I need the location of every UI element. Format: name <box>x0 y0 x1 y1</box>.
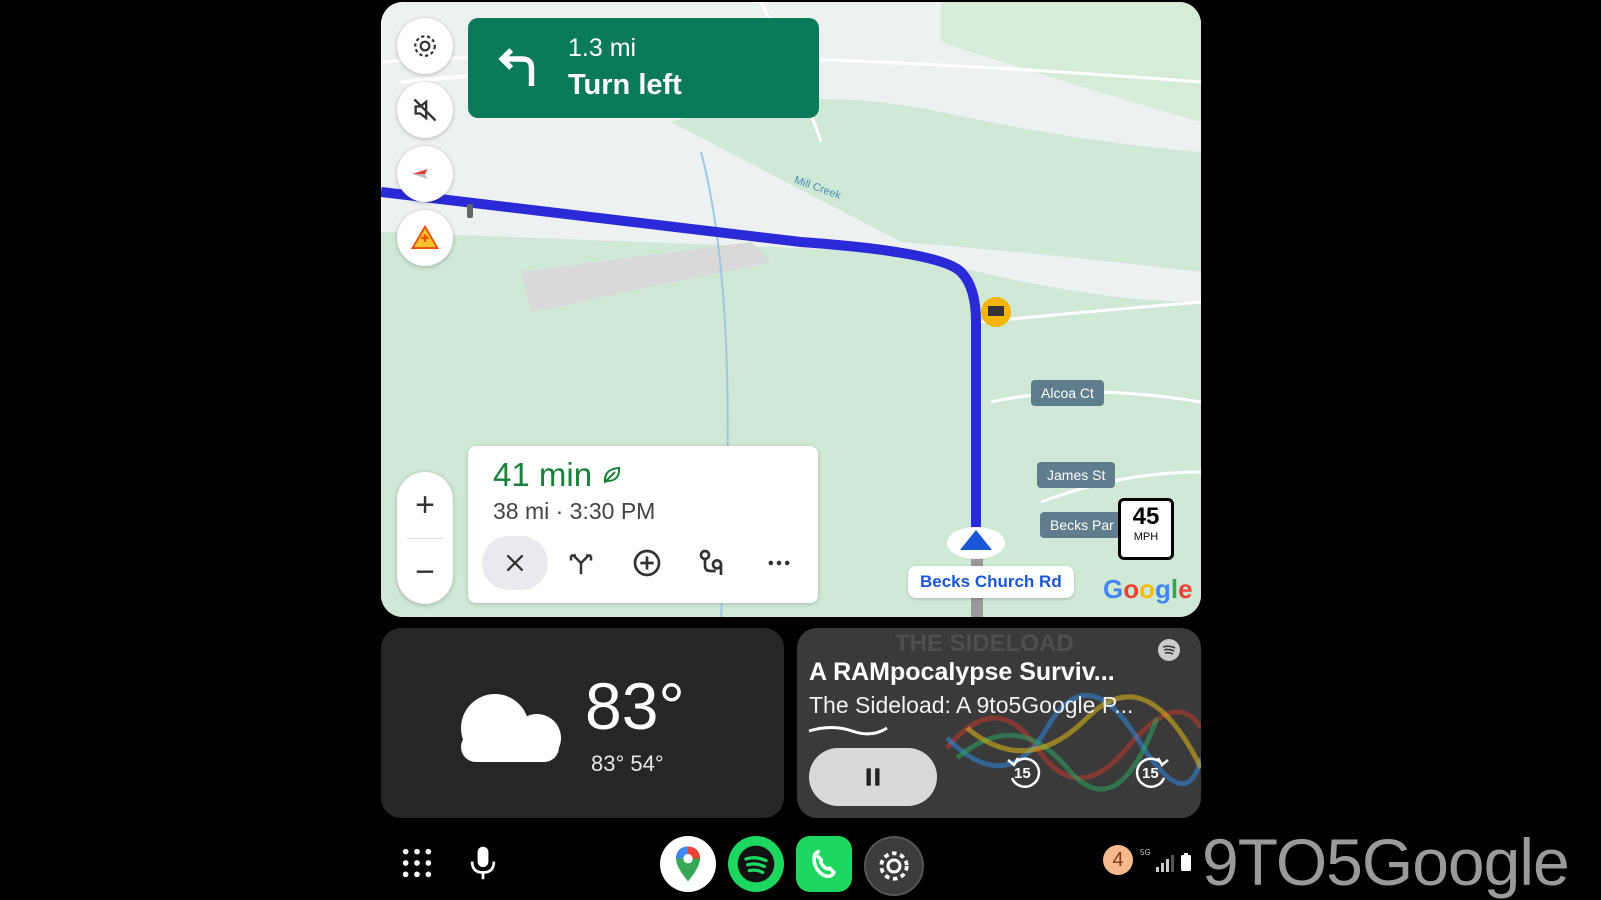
turn-instruction: Turn left <box>568 69 682 101</box>
more-horiz-icon <box>768 560 790 566</box>
settings-app-button[interactable] <box>864 836 924 896</box>
spotify-app-button[interactable] <box>728 836 784 892</box>
alternate-routes-button[interactable] <box>548 536 614 590</box>
skip-back-button[interactable]: 15 <box>1002 750 1046 794</box>
current-temperature: 83° <box>585 669 685 743</box>
pause-icon <box>866 768 880 786</box>
apps-grid-icon <box>402 848 432 878</box>
map-view[interactable]: 1.3 mi Turn left + − 41 min 38 mi · 3:30… <box>381 2 1201 617</box>
spotify-logo-icon <box>737 845 775 883</box>
skip-forward-seconds: 15 <box>1142 765 1159 782</box>
network-type: 5G <box>1140 848 1151 857</box>
compass-button[interactable] <box>397 146 453 202</box>
volume-off-icon <box>413 98 437 122</box>
notification-badge[interactable]: 4 <box>1103 845 1133 875</box>
current-location-icon <box>947 527 1005 559</box>
road-label-alcoa: Alcoa Ct <box>1031 380 1104 406</box>
map-controls <box>397 18 453 266</box>
maps-app-button[interactable] <box>660 836 716 892</box>
add-stop-button[interactable] <box>614 536 680 590</box>
close-icon <box>506 554 524 572</box>
end-navigation-button[interactable] <box>482 536 548 590</box>
trip-summary-card[interactable]: 41 min 38 mi · 3:30 PM <box>468 446 818 603</box>
google-logo: Google <box>1103 574 1193 604</box>
trip-details: 38 mi · 3:30 PM <box>493 498 656 524</box>
skip-back-seconds: 15 <box>1014 765 1031 782</box>
compass-icon <box>412 169 428 179</box>
road-label-becks: Becks Par <box>1040 512 1124 538</box>
warning-icon <box>410 224 440 249</box>
microphone-icon <box>470 846 496 880</box>
weather-card[interactable]: 83° 83° 54° <box>381 628 784 818</box>
speed-limit-value: 45 <box>1132 503 1160 530</box>
media-subtitle: The Sideload: A 9to5Google P... <box>809 692 1134 718</box>
speed-limit-sign: 45 MPH <box>1118 498 1174 560</box>
phone-icon <box>812 849 837 879</box>
google-maps-icon <box>676 846 700 882</box>
mute-button[interactable] <box>397 82 453 138</box>
skip-forward-button[interactable]: 15 <box>1130 750 1174 794</box>
signal-icon <box>1156 855 1174 872</box>
road-label-james: James St <box>1037 462 1116 488</box>
zoom-in-button[interactable]: + <box>397 472 453 538</box>
watermark: 9TO5Google <box>1202 825 1570 899</box>
route-overview-button[interactable] <box>680 536 746 590</box>
media-title: A RAMpocalypse Surviv... <box>809 658 1115 686</box>
turn-instruction-card[interactable]: 1.3 mi Turn left <box>468 18 819 118</box>
turn-left-icon <box>498 48 535 86</box>
voice-assistant-button[interactable] <box>466 844 500 887</box>
speed-limit-unit: MPH <box>1133 531 1159 543</box>
media-card[interactable]: THE SIDELOAD A RAMpocalypse Surviv... Th… <box>797 628 1201 818</box>
phone-app-button[interactable] <box>796 836 852 892</box>
more-options-button[interactable] <box>746 536 812 590</box>
app-launcher-button[interactable] <box>400 846 434 885</box>
settings-gear-icon <box>879 851 909 881</box>
high-low-temperature: 83° 54° <box>591 751 664 776</box>
report-incident-button[interactable] <box>397 210 453 266</box>
add-circle-icon <box>633 549 661 577</box>
route-fork-icon <box>569 554 593 575</box>
zoom-controls: + − <box>397 472 453 604</box>
eta-time: 41 min <box>493 456 593 493</box>
route-icon <box>699 549 723 575</box>
pause-button[interactable] <box>809 748 937 806</box>
spotify-icon <box>1158 639 1180 661</box>
current-road-label: Becks Church Rd <box>908 566 1074 598</box>
settings-button[interactable] <box>397 18 453 74</box>
zoom-out-button[interactable]: − <box>397 539 453 605</box>
eco-leaf-icon <box>604 466 621 484</box>
battery-icon <box>1181 853 1191 871</box>
artwork-title: THE SIDELOAD <box>895 630 1074 657</box>
cloud-icon <box>461 694 561 762</box>
gear-icon <box>414 35 436 57</box>
turn-distance: 1.3 mi <box>568 34 637 62</box>
